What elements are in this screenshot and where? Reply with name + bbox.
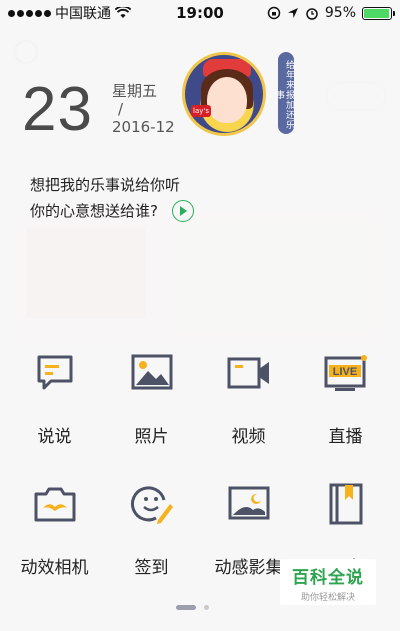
action-label: 签到 <box>134 558 169 578</box>
live-icon: LIVE <box>323 350 369 396</box>
signal-icon <box>8 9 51 17</box>
status-bar: 中国联通 19:00 95% <box>0 0 400 26</box>
watermark: 百科全说 助你轻松解决 <box>280 559 376 605</box>
photo-icon <box>129 350 175 396</box>
action-photo[interactable]: 照片 <box>106 350 198 447</box>
clock: 19:00 <box>176 4 224 22</box>
action-label: 照片 <box>134 427 169 447</box>
song-line-1: 想把我的乐事说给你听 <box>30 176 181 194</box>
page-indicator[interactable] <box>176 605 209 610</box>
svg-text:LIVE: LIVE <box>332 366 356 378</box>
action-video[interactable]: 视频 <box>203 350 295 447</box>
brand-logo: lay's <box>191 105 211 117</box>
promo-badge[interactable]: 给年来报加还乐事 <box>274 52 294 134</box>
watermark-title: 百科全说 <box>292 568 364 588</box>
album-icon <box>226 481 272 527</box>
song-line-2: 你的心意想送给谁? <box>30 202 158 220</box>
video-icon <box>226 350 272 396</box>
alarm-icon <box>306 8 318 20</box>
checkin-icon <box>129 481 175 527</box>
date-meta: 星期五 / 2016-12 <box>112 82 175 136</box>
year-month: 2016-12 <box>112 118 175 136</box>
action-label: 说说 <box>37 427 72 447</box>
camera-icon <box>32 481 78 527</box>
action-label: 动效相机 <box>20 558 89 578</box>
weekday: 星期五 <box>112 82 158 100</box>
battery-percent: 95% <box>324 5 356 21</box>
page-dot[interactable] <box>204 605 209 610</box>
watermark-subtitle: 助你轻松解决 <box>300 593 355 603</box>
play-button[interactable] <box>171 200 194 222</box>
page-dot-active[interactable] <box>176 605 196 610</box>
diary-icon <box>323 481 369 527</box>
date-separator: / <box>118 100 124 118</box>
wifi-icon <box>115 7 131 18</box>
action-label: 动感影集 <box>214 558 283 578</box>
location-icon <box>287 8 298 18</box>
action-live[interactable]: LIVE 直播 <box>300 350 392 447</box>
rotation-lock-icon <box>267 6 281 20</box>
action-camera[interactable]: 动效相机 <box>9 481 101 578</box>
battery-icon <box>362 6 395 20</box>
avatar[interactable]: lay's <box>182 52 266 136</box>
carrier: 中国联通 <box>55 6 111 22</box>
song-text: 想把我的乐事说给你听 你的心意想送给谁? <box>30 172 194 224</box>
date-day: 23 <box>22 75 93 144</box>
action-label: 视频 <box>231 427 266 447</box>
action-talk[interactable]: 说说 <box>9 350 101 447</box>
action-label: 直播 <box>328 427 363 447</box>
chat-icon <box>32 350 78 396</box>
action-checkin[interactable]: 签到 <box>106 481 198 578</box>
